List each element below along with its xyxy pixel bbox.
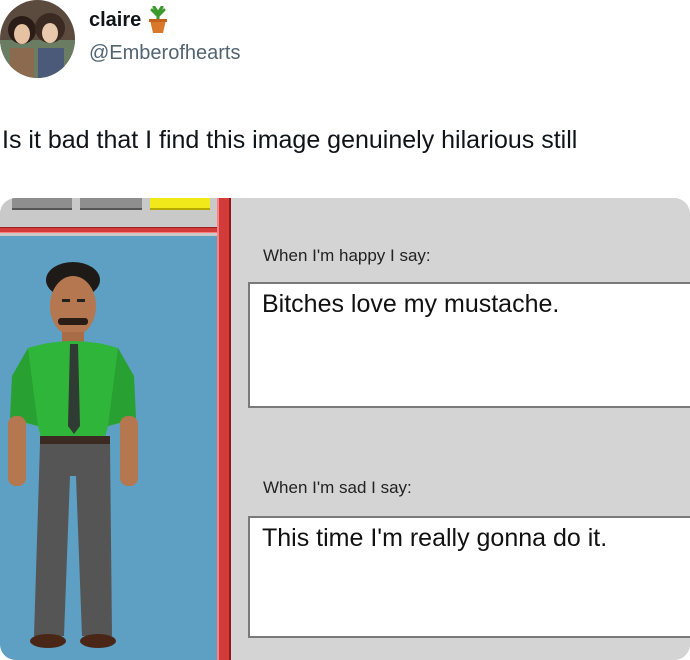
display-name[interactable]: claire bbox=[89, 9, 141, 32]
sad-answer-field[interactable]: This time I'm really gonna do it. bbox=[248, 516, 690, 638]
frame-rail bbox=[0, 227, 222, 233]
user-handle[interactable]: @Emberofhearts bbox=[89, 42, 240, 65]
left-panel bbox=[0, 198, 231, 660]
sad-answer-text: This time I'm really gonna do it. bbox=[262, 524, 608, 552]
toolbar-button-highlighted bbox=[150, 198, 210, 210]
frame-divider bbox=[217, 198, 231, 660]
mustache-man-figure bbox=[8, 262, 138, 648]
toolbar-button bbox=[12, 198, 72, 210]
tweet-media-image[interactable]: When I'm happy I say: Bitches love my mu… bbox=[0, 198, 690, 660]
sad-prompt-label: When I'm sad I say: bbox=[263, 478, 412, 497]
dialog-panel: When I'm happy I say: Bitches love my mu… bbox=[231, 198, 690, 660]
tweet-text: Is it bad that I find this image genuine… bbox=[2, 126, 578, 154]
happy-answer-field[interactable]: Bitches love my mustache. bbox=[248, 282, 690, 408]
avatar[interactable] bbox=[0, 0, 75, 78]
toolbar-button bbox=[80, 198, 142, 210]
name-row: claire bbox=[89, 5, 169, 34]
happy-prompt-label: When I'm happy I say: bbox=[263, 246, 431, 265]
happy-answer-text: Bitches love my mustache. bbox=[262, 290, 560, 318]
character-portrait bbox=[0, 236, 217, 660]
potted-plant-icon bbox=[147, 5, 169, 34]
